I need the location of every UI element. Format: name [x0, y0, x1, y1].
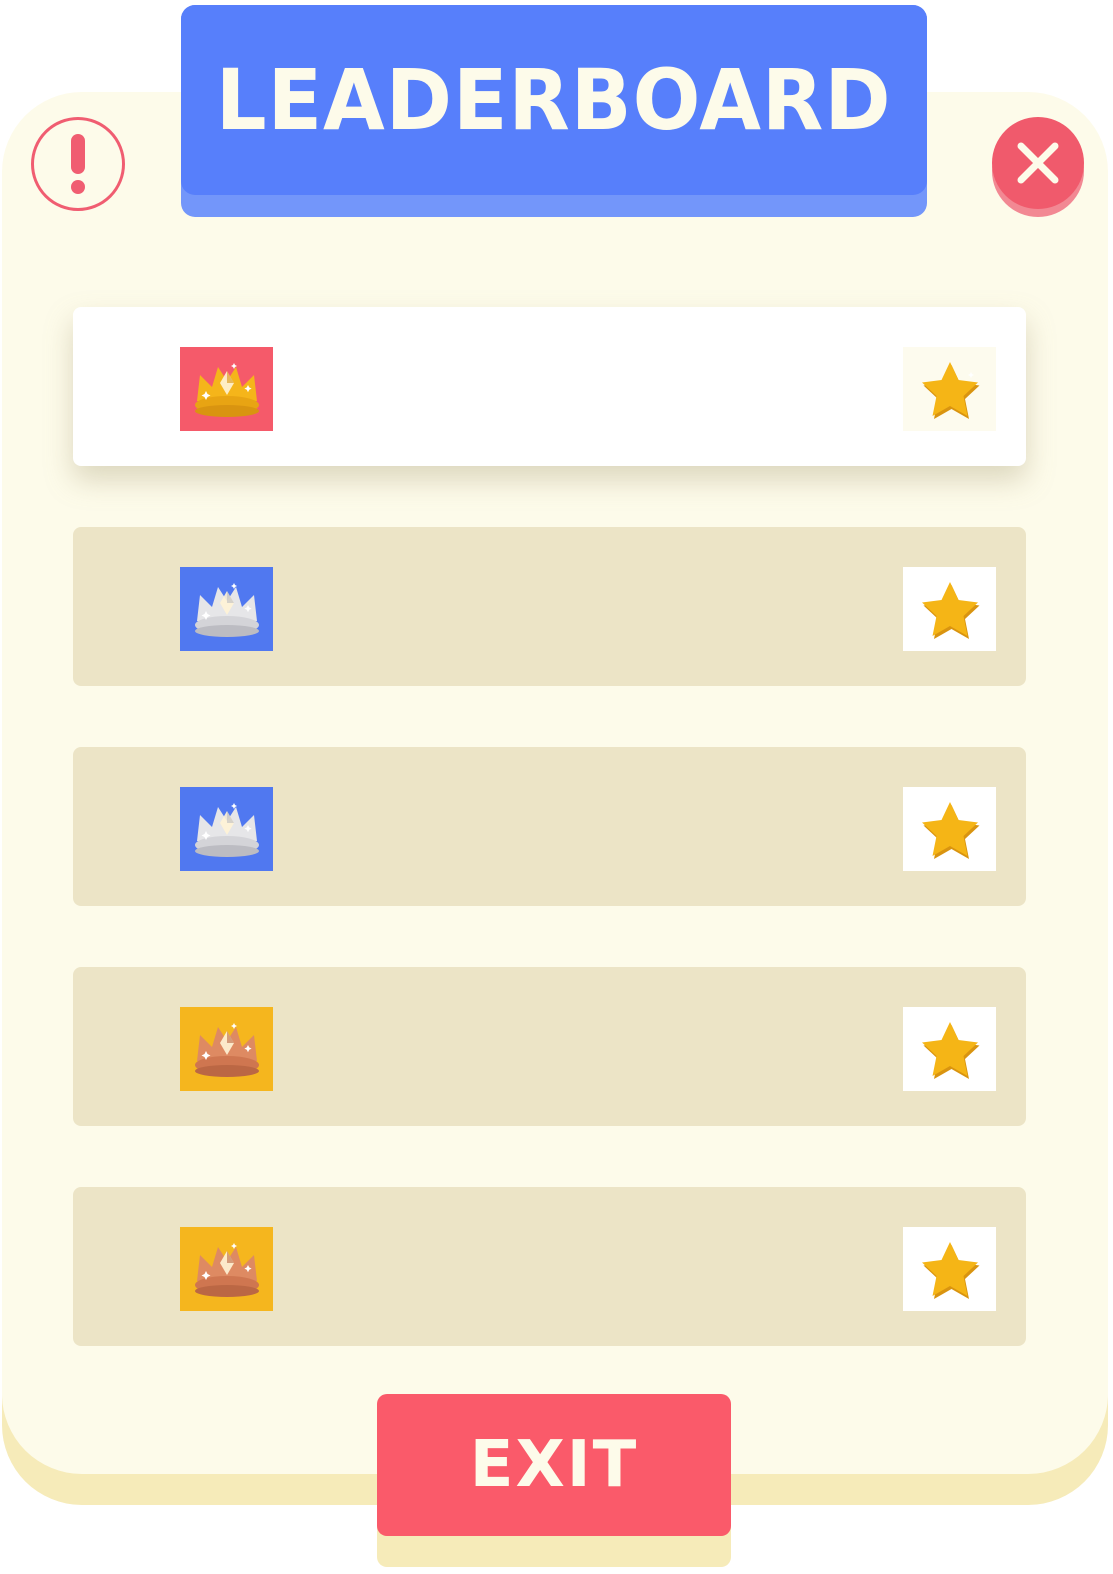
star-icon	[903, 347, 996, 431]
star-icon	[903, 787, 996, 871]
leaderboard-row[interactable]	[73, 1187, 1026, 1346]
exit-button-wrap: EXIT	[377, 1394, 731, 1567]
exit-button[interactable]: EXIT	[377, 1394, 731, 1536]
crown-icon	[192, 575, 262, 643]
crown-icon	[192, 1015, 262, 1083]
close-button[interactable]	[992, 117, 1084, 217]
close-icon[interactable]	[992, 117, 1084, 209]
crown-icon	[192, 355, 262, 423]
title-plate: LEADERBOARD	[181, 5, 927, 195]
rank-badge	[180, 1227, 273, 1311]
star-icon	[903, 1007, 996, 1091]
alert-icon[interactable]	[31, 117, 125, 211]
leaderboard-row[interactable]	[73, 307, 1026, 466]
rank-badge	[180, 567, 273, 651]
leaderboard-row[interactable]	[73, 967, 1026, 1126]
rank-badge	[180, 787, 273, 871]
crown-icon	[192, 1235, 262, 1303]
exclamation-glyph	[71, 134, 85, 194]
leaderboard-row[interactable]	[73, 747, 1026, 906]
rank-badge	[180, 347, 273, 431]
exit-label: EXIT	[469, 1428, 639, 1502]
crown-icon	[192, 795, 262, 863]
star-icon	[903, 1227, 996, 1311]
leaderboard-row[interactable]	[73, 527, 1026, 686]
rank-badge	[180, 1007, 273, 1091]
star-icon	[903, 567, 996, 651]
page-title: LEADERBOARD	[216, 51, 892, 149]
